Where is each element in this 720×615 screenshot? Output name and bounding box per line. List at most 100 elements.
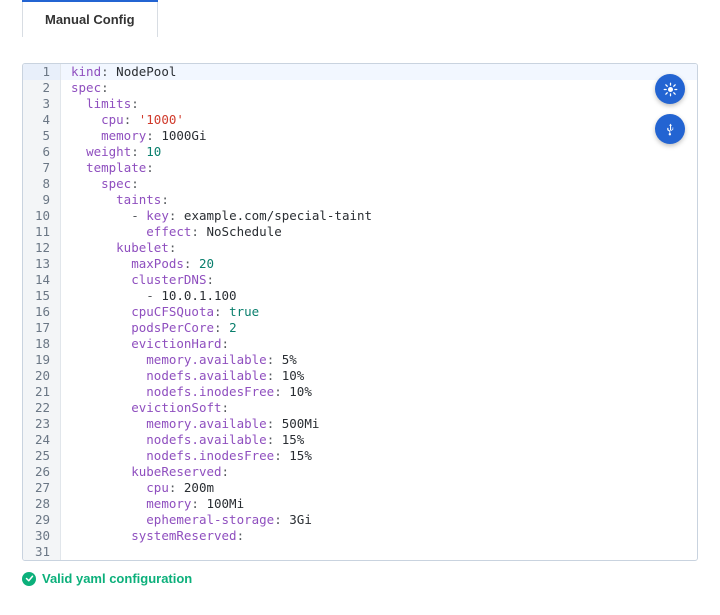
code-line[interactable]: 4 cpu: '1000'	[23, 112, 697, 128]
code-line[interactable]: 14 clusterDNS:	[23, 272, 697, 288]
line-number: 31	[23, 544, 61, 560]
line-number: 14	[23, 272, 61, 288]
validation-status-text: Valid yaml configuration	[42, 571, 192, 586]
line-number: 18	[23, 336, 61, 352]
line-number: 19	[23, 352, 61, 368]
code-line[interactable]: 27 cpu: 200m	[23, 480, 697, 496]
line-content[interactable]: memory: 1000Gi	[61, 128, 697, 144]
line-content[interactable]: ephemeral-storage: 3Gi	[61, 512, 697, 528]
line-content[interactable]: evictionSoft:	[61, 400, 697, 416]
line-number: 29	[23, 512, 61, 528]
code-line[interactable]: 29 ephemeral-storage: 3Gi	[23, 512, 697, 528]
code-line[interactable]: 2spec:	[23, 80, 697, 96]
check-circle-icon	[22, 572, 36, 586]
line-content[interactable]: cpu: '1000'	[61, 112, 697, 128]
line-number: 27	[23, 480, 61, 496]
code-line[interactable]: 28 memory: 100Mi	[23, 496, 697, 512]
editor-action-stack	[655, 74, 685, 144]
line-content[interactable]: - key: example.com/special-taint	[61, 208, 697, 224]
line-content[interactable]	[61, 544, 697, 560]
code-line[interactable]: 17 podsPerCore: 2	[23, 320, 697, 336]
code-line[interactable]: 26 kubeReserved:	[23, 464, 697, 480]
code-line[interactable]: 25 nodefs.inodesFree: 15%	[23, 448, 697, 464]
line-content[interactable]: memory.available: 5%	[61, 352, 697, 368]
line-content[interactable]: weight: 10	[61, 144, 697, 160]
line-content[interactable]: maxPods: 20	[61, 256, 697, 272]
line-content[interactable]: cpu: 200m	[61, 480, 697, 496]
line-content[interactable]: spec:	[61, 80, 697, 96]
line-content[interactable]: kind: NodePool	[61, 64, 697, 80]
code-line[interactable]: 1kind: NodePool	[23, 64, 697, 80]
line-content[interactable]: memory.available: 500Mi	[61, 416, 697, 432]
code-line[interactable]: 6 weight: 10	[23, 144, 697, 160]
line-number: 30	[23, 528, 61, 544]
code-line[interactable]: 18 evictionHard:	[23, 336, 697, 352]
code-line[interactable]: 19 memory.available: 5%	[23, 352, 697, 368]
line-number: 26	[23, 464, 61, 480]
line-number: 20	[23, 368, 61, 384]
code-line[interactable]: 20 nodefs.available: 10%	[23, 368, 697, 384]
line-number: 11	[23, 224, 61, 240]
line-number: 13	[23, 256, 61, 272]
line-content[interactable]: - 10.0.1.100	[61, 288, 697, 304]
line-number: 7	[23, 160, 61, 176]
line-number: 8	[23, 176, 61, 192]
code-line[interactable]: 21 nodefs.inodesFree: 10%	[23, 384, 697, 400]
yaml-editor[interactable]: 1kind: NodePool2spec:3 limits:4 cpu: '10…	[22, 63, 698, 561]
line-content[interactable]: systemReserved:	[61, 528, 697, 544]
sun-icon	[663, 82, 678, 97]
line-number: 3	[23, 96, 61, 112]
code-line[interactable]: 5 memory: 1000Gi	[23, 128, 697, 144]
code-line[interactable]: 8 spec:	[23, 176, 697, 192]
code-line[interactable]: 9 taints:	[23, 192, 697, 208]
code-line[interactable]: 22 evictionSoft:	[23, 400, 697, 416]
code-line[interactable]: 3 limits:	[23, 96, 697, 112]
line-number: 2	[23, 80, 61, 96]
line-content[interactable]: nodefs.inodesFree: 10%	[61, 384, 697, 400]
line-content[interactable]: nodefs.available: 10%	[61, 368, 697, 384]
line-number: 4	[23, 112, 61, 128]
line-content[interactable]: taints:	[61, 192, 697, 208]
tab-manual-config[interactable]: Manual Config	[22, 2, 158, 37]
line-number: 17	[23, 320, 61, 336]
line-content[interactable]: kubeReserved:	[61, 464, 697, 480]
line-content[interactable]: limits:	[61, 96, 697, 112]
line-number: 6	[23, 144, 61, 160]
code-line[interactable]: 7 template:	[23, 160, 697, 176]
validation-status: Valid yaml configuration	[22, 571, 698, 586]
line-content[interactable]: clusterDNS:	[61, 272, 697, 288]
code-line[interactable]: 30 systemReserved:	[23, 528, 697, 544]
line-number: 9	[23, 192, 61, 208]
code-line[interactable]: 23 memory.available: 500Mi	[23, 416, 697, 432]
line-content[interactable]: nodefs.inodesFree: 15%	[61, 448, 697, 464]
code-line[interactable]: 12 kubelet:	[23, 240, 697, 256]
line-number: 1	[23, 64, 61, 80]
theme-toggle-button[interactable]	[655, 74, 685, 104]
line-number: 5	[23, 128, 61, 144]
code-line[interactable]: 24 nodefs.available: 15%	[23, 432, 697, 448]
line-number: 16	[23, 304, 61, 320]
line-content[interactable]: cpuCFSQuota: true	[61, 304, 697, 320]
line-content[interactable]: evictionHard:	[61, 336, 697, 352]
connect-device-button[interactable]	[655, 114, 685, 144]
code-line[interactable]: 13 maxPods: 20	[23, 256, 697, 272]
line-content[interactable]: effect: NoSchedule	[61, 224, 697, 240]
code-line[interactable]: 15 - 10.0.1.100	[23, 288, 697, 304]
line-content[interactable]: podsPerCore: 2	[61, 320, 697, 336]
line-content[interactable]: template:	[61, 160, 697, 176]
line-content[interactable]: spec:	[61, 176, 697, 192]
code-line[interactable]: 16 cpuCFSQuota: true	[23, 304, 697, 320]
code-scroll-area[interactable]: 1kind: NodePool2spec:3 limits:4 cpu: '10…	[23, 64, 697, 560]
code-line[interactable]: 10 - key: example.com/special-taint	[23, 208, 697, 224]
line-number: 25	[23, 448, 61, 464]
line-number: 21	[23, 384, 61, 400]
line-content[interactable]: memory: 100Mi	[61, 496, 697, 512]
usb-icon	[663, 122, 678, 137]
line-number: 23	[23, 416, 61, 432]
line-number: 28	[23, 496, 61, 512]
tab-bar: Manual Config	[22, 0, 158, 37]
line-number: 10	[23, 208, 61, 224]
code-line[interactable]: 11 effect: NoSchedule	[23, 224, 697, 240]
line-content[interactable]: nodefs.available: 15%	[61, 432, 697, 448]
line-content[interactable]: kubelet:	[61, 240, 697, 256]
